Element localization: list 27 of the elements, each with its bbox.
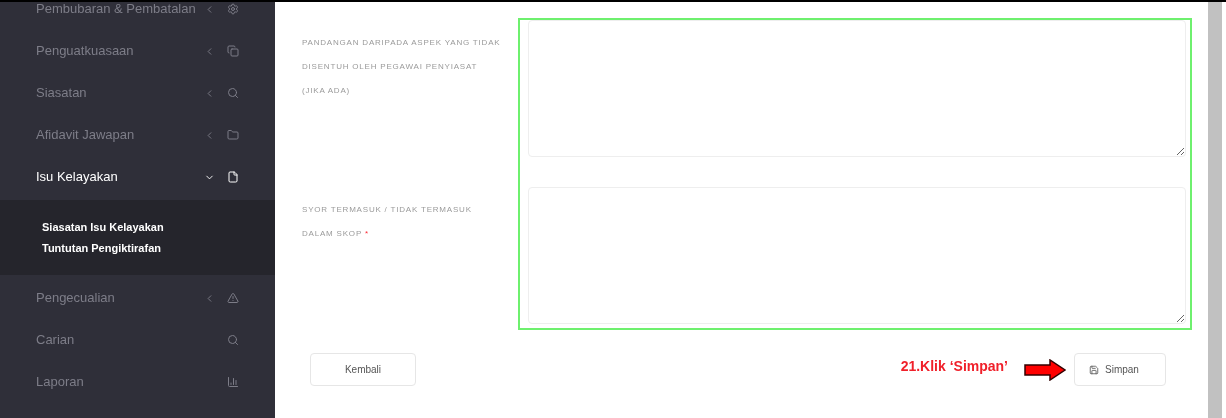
search-icon [227, 87, 239, 99]
sidebar-item[interactable]: Siasatan [0, 72, 275, 114]
sidebar-item[interactable]: Afidavit Jawapan [0, 114, 275, 156]
text-area[interactable] [528, 187, 1186, 324]
sidebar-item[interactable]: Pembubaran & Pembatalan [0, 2, 275, 30]
warning-icon [227, 292, 239, 304]
bar-chart-icon [227, 376, 239, 388]
submenu-item[interactable]: Tuntutan Pengiktirafan [42, 239, 233, 257]
gear-icon [227, 3, 239, 15]
back-button[interactable]: Kembali [310, 353, 416, 386]
sidebar-item[interactable]: Pengecualian [0, 277, 275, 319]
arrow-icon [1024, 358, 1066, 381]
sidebar-item[interactable]: Penguatkuasaan [0, 30, 275, 72]
field-label: SYOR TERMASUK / TIDAK TERMASUK DALAM SKOP * [302, 205, 472, 238]
field-label: PANDANGAN DARIPADA ASPEK YANG TIDAK DISENTUH OLEH PEGAWAI PENYIASAT (JIKA ADA) [302, 38, 501, 95]
sidebar-item[interactable]: Isu Kelayakan [0, 156, 275, 198]
text-area[interactable] [528, 20, 1186, 157]
instruction-annotation: 21.Klik ‘Simpan’ [900, 357, 1008, 376]
folder-icon [227, 129, 239, 141]
save-icon [1089, 364, 1099, 375]
sidebar-item[interactable]: Carian [0, 319, 275, 361]
search-icon [227, 334, 239, 346]
submenu-item[interactable]: Siasatan Isu Kelayakan [42, 218, 233, 236]
save-button[interactable]: Simpan [1074, 353, 1166, 386]
copy-icon [227, 45, 239, 57]
file-icon [227, 171, 239, 183]
sidebar-item[interactable]: Laporan [0, 361, 275, 403]
